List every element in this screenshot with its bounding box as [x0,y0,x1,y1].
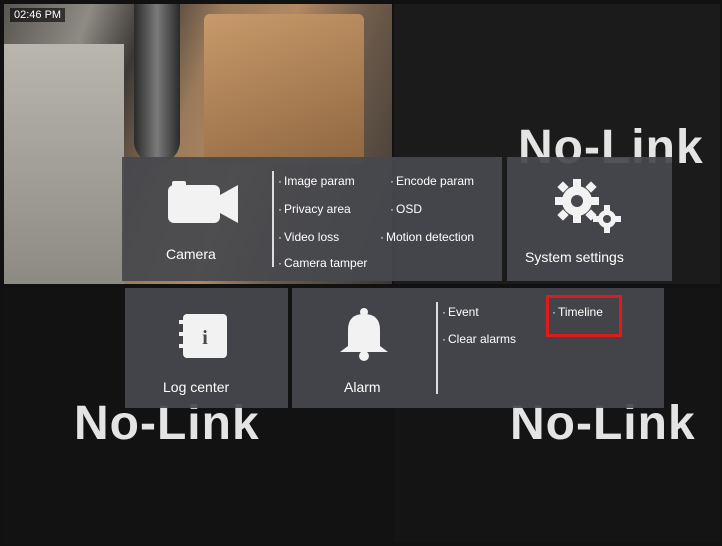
divider [436,302,438,394]
camera-menu-tile[interactable]: Camera Image param Encode param Privacy … [122,157,502,281]
camera-icon [168,181,238,223]
system-settings-tile[interactable]: System settings [507,157,672,281]
feed-pipe [134,4,180,164]
bell-icon [340,308,388,361]
divider [272,171,274,267]
option-image-param[interactable]: Image param [278,174,355,188]
option-motion-detection[interactable]: Motion detection [380,230,474,244]
timestamp: 02:46 PM [10,8,66,22]
option-encode-param[interactable]: Encode param [390,174,474,188]
option-camera-tamper[interactable]: Camera tamper [278,256,367,270]
system-settings-label[interactable]: System settings [525,249,624,265]
camera-label[interactable]: Camera [166,246,216,262]
notebook-icon-letter: i [202,327,208,349]
log-center-tile[interactable]: i Log center [125,288,288,408]
feed-wall [4,44,124,284]
option-privacy-area[interactable]: Privacy area [278,202,351,216]
feed-wood [204,14,364,164]
timeline-highlight-box [546,295,622,337]
gear-icon [555,179,621,233]
option-video-loss[interactable]: Video loss [278,230,339,244]
notebook-icon: i [179,314,227,358]
option-clear-alarms[interactable]: Clear alarms [442,332,516,346]
log-center-label[interactable]: Log center [163,379,229,395]
option-osd[interactable]: OSD [390,202,422,216]
alarm-label[interactable]: Alarm [344,379,381,395]
option-event[interactable]: Event [442,305,479,319]
